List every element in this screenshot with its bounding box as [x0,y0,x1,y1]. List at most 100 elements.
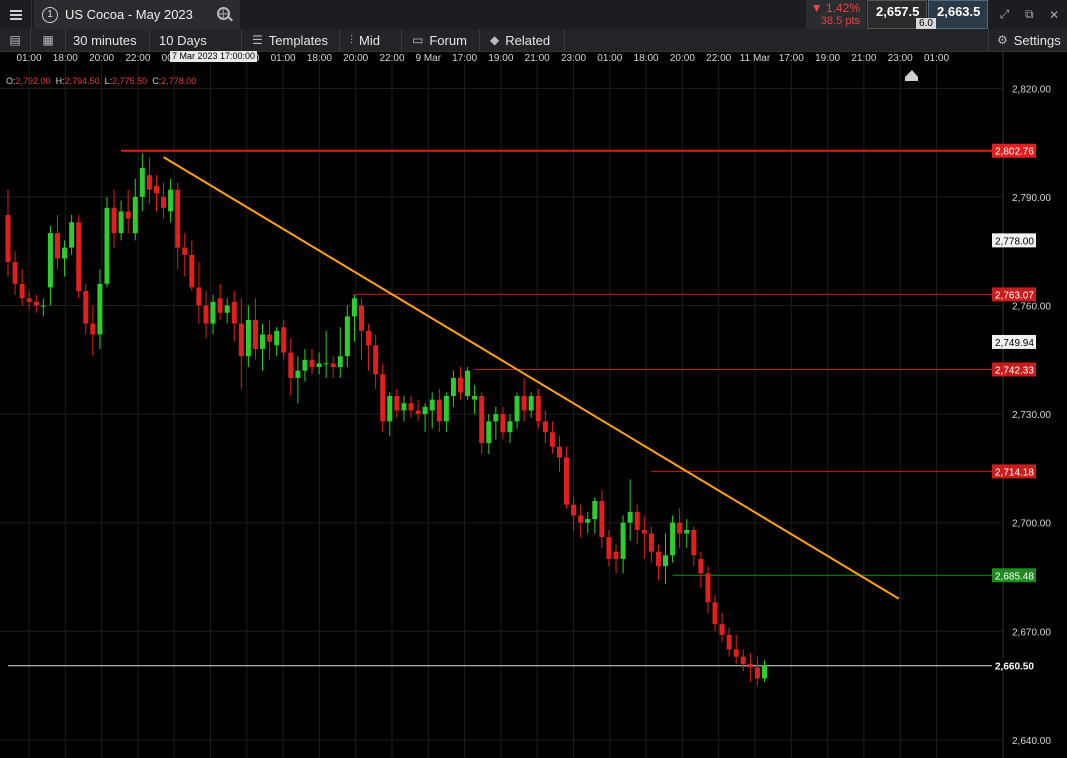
candle-body [153,186,159,194]
settings-label: Settings [1013,32,1061,48]
candlestick-chart[interactable]: 01:0018:0020:0022:0000:0021:0023:0001:00… [0,51,1067,758]
candle-body [302,359,308,371]
y-tick-label: 2,730.00 [1012,410,1051,421]
candle-body [252,320,258,349]
candle-body [564,457,570,505]
range-selector[interactable]: 10 Days [150,29,242,51]
candle-body [585,519,591,523]
price-level-label: 2,660.50 [995,662,1034,673]
candle-body [450,377,456,397]
x-tick-label: 18:00 [307,53,332,64]
candle-body [747,663,753,668]
ohlc-close-label: C: [152,76,162,86]
price-type-button[interactable]: ⫶ Mid [340,29,402,51]
instrument-tab[interactable]: 1 US Cocoa - May 2023 [34,0,240,29]
candle-body [245,320,251,357]
forum-button[interactable]: ▭ Forum [402,29,480,51]
templates-button[interactable]: ☰ Templates [242,29,340,51]
ohlc-open-label: O: [6,76,16,86]
detach-icon[interactable]: ⤢ [1000,7,1010,22]
candle-body [387,396,393,422]
interval-selector[interactable]: 30 minutes [66,29,150,51]
candle-body [507,421,513,433]
y-tick-label: 2,820.00 [1012,84,1051,95]
candle-body [139,167,145,197]
templates-label: Templates [268,32,329,48]
ohlc-open: 2,792.00 [15,76,51,86]
x-tick-label: 20:00 [343,53,368,64]
candle-body [196,287,202,306]
trendline [163,156,900,600]
candle-body [260,334,266,349]
candle-body [571,504,577,516]
candle-body [493,414,499,422]
forum-label: Forum [429,32,467,48]
candle-body [578,515,584,523]
crosshair-time-label: 7 Mar 2023 17:00:00 [170,51,258,62]
candle-body [330,363,336,368]
candle-body [613,551,619,559]
candle-body [90,323,96,335]
price-level-label: 2,714.18 [995,467,1034,478]
candle-body [40,305,46,307]
x-tick-label: 18:00 [634,53,659,64]
ohlc-high-label: H: [55,76,65,86]
candle-body [655,551,661,567]
candle-body [281,327,287,353]
x-tick-label: 19:00 [815,53,840,64]
candle-body [274,330,280,346]
candle-body [231,301,237,324]
popout-icon[interactable]: ⧉ [1025,7,1034,22]
candle-body [19,283,25,299]
candle-body [337,356,343,368]
candle-body [217,298,223,313]
x-tick-label: 17:00 [452,53,477,64]
related-button[interactable]: ◆ Related [480,29,565,51]
candle-body [556,446,562,458]
candle-body [118,211,124,234]
x-axis: 01:0018:0020:0022:0000:0021:0023:0001:00… [16,53,949,64]
candle-body [479,396,485,444]
add-tab-icon[interactable]: + [218,4,229,25]
candle-body [316,363,322,368]
x-tick-label: 22:00 [379,53,404,64]
candle-body [189,254,195,288]
candle-body [146,175,152,190]
settings-button[interactable]: ⚙ Settings [988,29,1067,51]
y-tick-label: 2,790.00 [1012,193,1051,204]
candle-body [740,656,746,664]
candle-body [705,573,711,603]
hamburger-icon[interactable] [0,0,32,29]
candle-body [528,396,534,411]
ohlc-close: 2,778.00 [161,76,197,86]
x-tick-label: 20:00 [670,53,695,64]
candles [5,153,767,686]
x-tick-label: 9 Mar [416,53,442,64]
candle-body [627,511,633,523]
candle-body [309,359,315,368]
buy-price-button[interactable]: 2,663.5 [928,0,988,29]
y-tick-label: 2,760.00 [1012,302,1051,313]
layout-list-icon[interactable]: ▤ [0,29,31,51]
x-tick-label: 23:00 [561,53,586,64]
candles-icon: ⫶ [350,32,354,47]
candle-body [132,196,138,234]
layout-grid-icon[interactable]: ▦ [31,29,66,51]
x-tick-label: 20:00 [89,53,114,64]
candle-body [429,399,435,411]
related-label: Related [505,32,551,48]
related-icon: ◆ [490,33,500,47]
close-icon[interactable]: ✕ [1049,8,1059,22]
candle-body [76,222,82,292]
x-tick-label: 21:00 [525,53,550,64]
candle-body [719,624,725,635]
window-controls: ⤢ ⧉ ✕ [992,0,1067,29]
candle-body [733,649,739,657]
candle-body [754,667,760,679]
candle-body [698,558,704,574]
candle-body [465,370,471,397]
candle-body [5,215,11,263]
candle-body [436,399,442,422]
candle-body [359,305,364,331]
candle-body [33,301,39,306]
